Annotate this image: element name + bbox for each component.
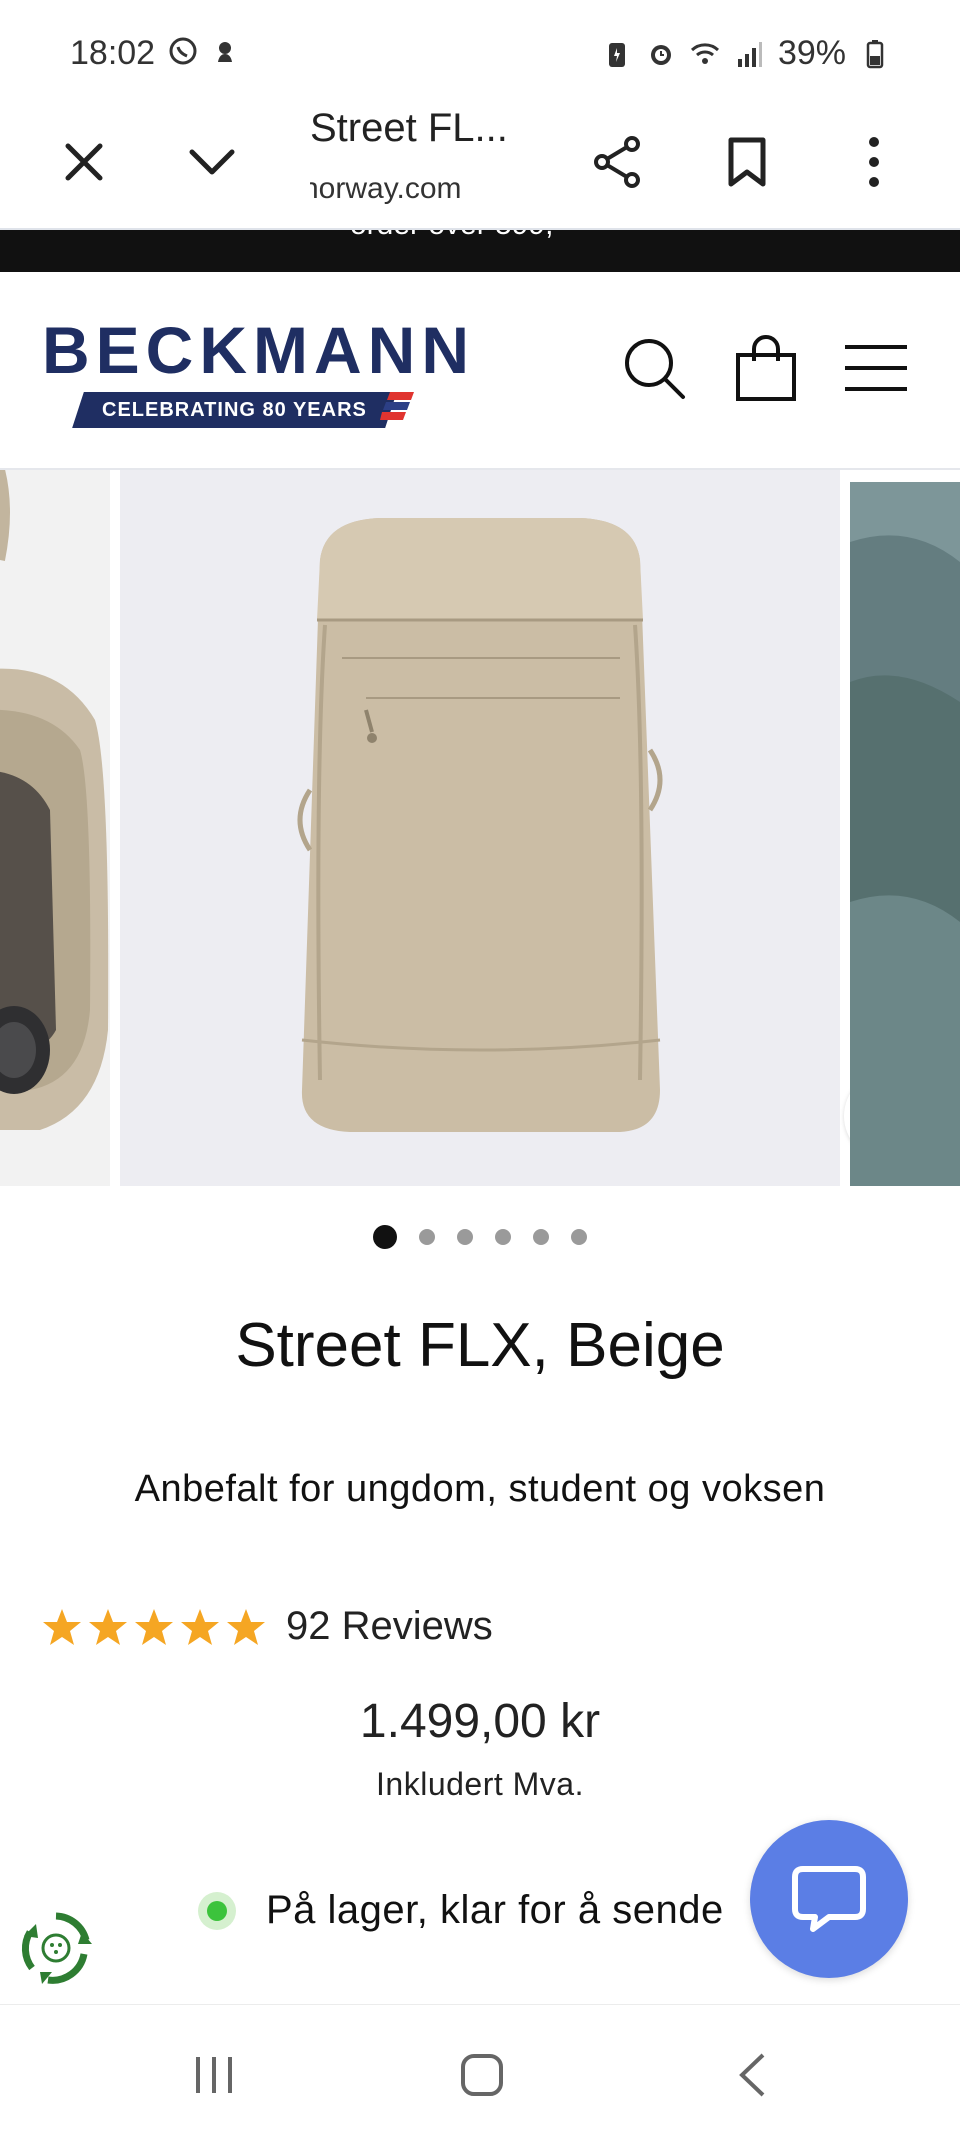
vat-note: Inkludert Mva. <box>376 1766 584 1802</box>
gallery-dot[interactable] <box>373 1225 397 1249</box>
flag-stripes-icon <box>380 392 414 420</box>
system-navigation-bar <box>0 2004 960 2134</box>
bag-icon <box>736 335 796 401</box>
share-icon <box>594 136 640 188</box>
gallery-slide-previous[interactable] <box>0 470 110 1186</box>
signal-icon <box>737 41 762 67</box>
menu-button[interactable] <box>836 328 916 408</box>
brand-name: BECKMANN <box>42 313 475 387</box>
url-value: norway.com <box>310 172 462 205</box>
stock-status: På lager, klar for å sende <box>198 1888 724 1933</box>
share-button[interactable] <box>586 130 650 194</box>
more-button[interactable] <box>842 130 906 194</box>
battery-icon <box>866 39 884 68</box>
close-tab-button[interactable] <box>52 130 116 194</box>
status-right: 39% <box>602 34 890 73</box>
wifi-icon <box>690 42 719 64</box>
gallery-slide-next[interactable] <box>850 482 960 1186</box>
eco-recycle-icon[interactable] <box>18 1910 94 1986</box>
recents-button[interactable] <box>174 2045 254 2105</box>
gallery-pagination <box>0 1222 960 1252</box>
recents-icon <box>196 2057 232 2093</box>
bookmark-icon <box>728 137 766 187</box>
in-stock-indicator <box>198 1891 236 1930</box>
gallery-dot[interactable] <box>495 1229 511 1245</box>
announcement-bar: order over 599,- <box>0 230 960 272</box>
battery-saver-icon <box>608 42 625 67</box>
product-rating[interactable]: 92 Reviews <box>42 1604 493 1649</box>
backpack-open-image <box>0 470 110 1186</box>
star-icon <box>43 1608 81 1645</box>
product-gallery[interactable] <box>0 470 960 1186</box>
brand-tagline: CELEBRATING 80 YEARS <box>72 392 397 428</box>
back-button[interactable] <box>712 2045 792 2105</box>
more-icon <box>869 137 879 187</box>
star-icon <box>135 1608 173 1645</box>
star-icon <box>181 1608 219 1645</box>
notification-icon <box>218 42 232 62</box>
announcement-text: order over 599,- <box>350 230 563 242</box>
status-left-icons <box>168 36 240 66</box>
chat-bubble-icon <box>792 1866 866 1932</box>
gallery-dot[interactable] <box>457 1229 473 1245</box>
bookmark-button[interactable] <box>715 130 779 194</box>
stock-text: På lager, klar for å sende <box>266 1888 724 1932</box>
home-icon <box>461 2054 503 2096</box>
url-text[interactable]: norway.com <box>310 172 490 206</box>
reviews-link[interactable]: 92 Reviews <box>286 1604 493 1649</box>
search-icon <box>625 339 685 399</box>
cart-button[interactable] <box>726 328 806 408</box>
battery-percent: 39% <box>777 34 846 72</box>
product-subtitle: Anbefalt for ungdom, student og voksen <box>134 1468 826 1510</box>
backpack-image <box>297 518 663 1132</box>
status-bar: 18:02 39% <box>0 0 960 100</box>
collapse-button[interactable] <box>180 130 244 194</box>
gallery-dot[interactable] <box>571 1229 587 1245</box>
search-button[interactable] <box>614 328 694 408</box>
browser-toolbar: Street FL... norway.com <box>0 100 960 230</box>
rating-stars <box>42 1607 266 1647</box>
chevron-down-icon <box>189 149 235 175</box>
tab-title: Street FL... <box>310 106 508 150</box>
gallery-dot[interactable] <box>419 1229 435 1245</box>
site-header: BECKMANN CELEBRATING 80 YEARS <box>0 272 960 470</box>
menu-icon <box>845 345 907 391</box>
star-icon <box>89 1608 127 1645</box>
lifestyle-image <box>850 482 960 1186</box>
gallery-dot[interactable] <box>533 1229 549 1245</box>
back-icon <box>739 2053 765 2097</box>
star-icon <box>227 1608 265 1645</box>
chat-button[interactable] <box>750 1820 908 1978</box>
product-title: Street FLX, Beige <box>235 1311 725 1380</box>
alarm-icon <box>650 44 671 65</box>
gallery-slide-main[interactable] <box>120 470 932 1186</box>
close-icon <box>65 143 103 181</box>
home-button[interactable] <box>442 2045 522 2105</box>
whatsapp-icon <box>169 37 197 65</box>
status-time: 18:02 <box>70 34 156 72</box>
product-price: 1.499,00 kr <box>359 1695 601 1748</box>
